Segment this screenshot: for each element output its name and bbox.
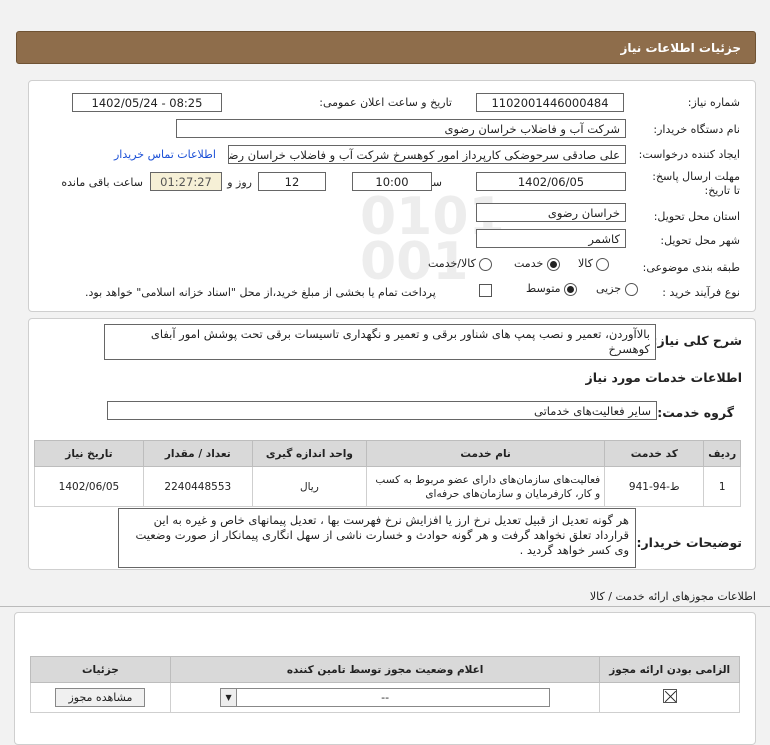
page-title: جزئیات اطلاعات نیاز — [620, 41, 741, 55]
buyer-org-label: نام دستگاه خریدار: — [653, 123, 740, 136]
services-section-title: اطلاعات خدمات مورد نیاز — [585, 370, 743, 385]
table-row: 1 ط-94-941 فعالیت‌های سازمان‌های دارای ع… — [34, 466, 741, 507]
service-group-field: سایر فعالیت‌های خدماتی — [107, 401, 657, 420]
cell-qty: 2240448553 — [142, 466, 253, 507]
col-code: کد خدمت — [604, 440, 705, 467]
city-label: شهر محل تحویل: — [660, 234, 740, 247]
permit-details-cell: مشاهده مجوز — [30, 682, 171, 713]
cell-date: 1402/06/05 — [34, 466, 144, 507]
deadline-date-field: 1402/06/05 — [476, 172, 626, 191]
days-label: روز و — [227, 176, 252, 189]
summary-text: بالاآوردن، تعمیر و نصب پمپ های شناور برق… — [150, 327, 650, 356]
permit-status-cell: -- ▼ — [169, 682, 601, 713]
buyer-contact-link[interactable]: اطلاعات تماس خریدار — [114, 148, 216, 161]
permit-status-value: -- — [381, 691, 390, 704]
table-row: -- ▼ مشاهده مجوز — [30, 682, 740, 713]
col-permit-status: اعلام وضعیت مجوز توسط تامین کننده — [169, 656, 601, 683]
permit-required-cell — [599, 682, 740, 713]
page-header: جزئیات اطلاعات نیاز — [16, 31, 756, 64]
process-option-medium[interactable]: متوسط — [526, 282, 578, 296]
view-permit-button[interactable]: مشاهده مجوز — [55, 688, 146, 707]
need-number-field: 1102001446000484 — [476, 93, 624, 112]
col-date: تاریخ نیاز — [34, 440, 144, 467]
process-option-minor[interactable]: جزیی — [596, 282, 638, 296]
cell-code: ط-94-941 — [604, 466, 705, 507]
process-radio-medium[interactable] — [564, 282, 578, 296]
permit-status-select[interactable]: -- ▼ — [220, 688, 551, 707]
cell-row: 1 — [703, 466, 741, 507]
process-radio-minor[interactable] — [624, 282, 638, 296]
col-row: ردیف — [703, 440, 741, 467]
permits-table-header: الزامی بودن ارائه مجوز اعلام وضعیت مجوز … — [30, 656, 740, 683]
buyer-org-field: شرکت آب و فاضلاب خراسان رضوی — [176, 119, 626, 138]
city-field: کاشمر — [476, 229, 626, 248]
permits-section-title: اطلاعات مجوزهای ارائه خدمت / کالا — [589, 590, 756, 603]
process-label: نوع فرآیند خرید : — [662, 286, 740, 299]
province-field: خراسان رضوی — [476, 203, 626, 222]
required-checkbox-icon — [662, 689, 677, 703]
summary-box: بالاآوردن، تعمیر و نصب پمپ های شناور برق… — [104, 324, 656, 360]
creator-field: علی صادقی سرحوضکی کارپرداز امور کوهسرخ ش… — [228, 145, 626, 164]
cell-unit: ریال — [251, 466, 368, 507]
col-qty: تعداد / مقدار — [142, 440, 253, 467]
deadline-label: مهلت ارسال پاسخ: تا تاریخ: — [652, 170, 740, 197]
treasury-checkbox[interactable] — [479, 284, 492, 297]
remaining-time-field: 01:27:27 — [150, 172, 222, 191]
section-divider — [0, 606, 770, 607]
category-radio-goods[interactable] — [596, 257, 610, 271]
buyer-notes-box: هر گونه تعدیل از قبیل تعدیل نرخ ارز یا ا… — [118, 508, 636, 568]
province-label: استان محل تحویل: — [653, 210, 740, 223]
category-option-goods-service[interactable]: کالا/خدمت — [428, 257, 493, 271]
buyer-notes-text: هر گونه تعدیل از قبیل تعدیل نرخ ارز یا ا… — [135, 513, 629, 557]
category-option-goods[interactable]: کالا — [578, 257, 610, 271]
need-number-label: شماره نیاز: — [687, 96, 740, 109]
col-permit-details: جزئیات — [30, 656, 171, 683]
creator-label: ایجاد کننده درخواست: — [638, 148, 740, 161]
announce-field: 1402/05/24 - 08:25 — [72, 93, 222, 112]
summary-label: شرح کلی نیاز: — [652, 333, 742, 348]
col-name: نام خدمت — [365, 440, 606, 467]
category-option-service[interactable]: خدمت — [514, 257, 560, 271]
category-label: طبقه بندی موضوعی: — [642, 261, 740, 274]
need-info-panel — [28, 80, 756, 312]
days-field: 12 — [258, 172, 326, 191]
cell-name: فعالیت‌های سازمان‌های دارای عضو مربوط به… — [365, 466, 606, 507]
service-group-label: گروه خدمت: — [657, 405, 734, 420]
services-table-header: ردیف کد خدمت نام خدمت واحد اندازه گیری ت… — [34, 440, 741, 467]
category-radio-service[interactable] — [546, 257, 560, 271]
category-radio-goods-service[interactable] — [479, 257, 493, 271]
services-table: ردیف کد خدمت نام خدمت واحد اندازه گیری ت… — [34, 440, 741, 507]
col-unit: واحد اندازه گیری — [251, 440, 368, 467]
remaining-label: ساعت باقی مانده — [61, 176, 143, 189]
buyer-notes-label: توضیحات خریدار: — [636, 535, 742, 550]
col-permit-required: الزامی بودن ارائه مجوز — [599, 656, 740, 683]
permits-table: الزامی بودن ارائه مجوز اعلام وضعیت مجوز … — [30, 656, 740, 713]
announce-label: تاریخ و ساعت اعلان عمومی: — [319, 96, 452, 109]
chevron-down-icon[interactable]: ▼ — [221, 689, 238, 706]
treasury-note: پرداخت تمام یا بخشی از مبلغ خرید،از محل … — [85, 286, 436, 299]
deadline-time-field: 10:00 — [352, 172, 432, 191]
